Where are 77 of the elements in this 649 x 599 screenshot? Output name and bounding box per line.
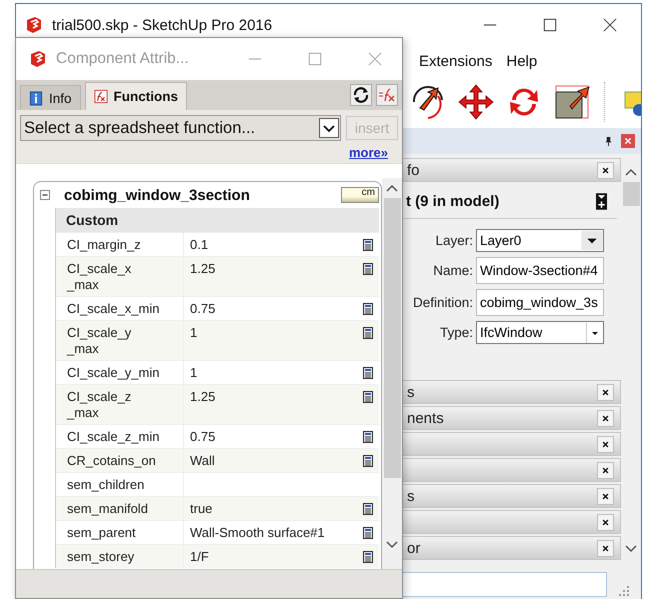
attribute-value[interactable]: 0.75 (190, 429, 216, 445)
calculator-icon[interactable] (363, 367, 373, 379)
calculator-icon[interactable] (363, 239, 373, 251)
selection-label: t (9 in model) (406, 192, 500, 210)
attribute-value[interactable]: 1.25 (190, 261, 216, 277)
close-icon[interactable] (597, 436, 614, 452)
close-icon[interactable] (597, 384, 614, 400)
pin-icon[interactable] (604, 136, 613, 146)
more-link[interactable]: more» (348, 144, 388, 160)
scroll-down-icon[interactable] (386, 541, 398, 549)
window-title: trial500.skp - SketchUp Pro 2016 (52, 16, 272, 34)
close-icon[interactable] (597, 462, 614, 478)
field-label: Name: (432, 263, 473, 278)
maximize-icon[interactable] (543, 18, 557, 32)
refresh-icon[interactable] (350, 84, 372, 106)
input-field[interactable]: cobimg_window_3s (476, 289, 604, 316)
attribute-value[interactable]: 1/F (190, 549, 209, 565)
app-logo-icon (28, 49, 48, 69)
dropdown-icon[interactable] (581, 231, 603, 250)
attribute-value[interactable]: 1 (190, 365, 198, 381)
menu-item[interactable]: Extensions (419, 52, 492, 70)
attribute-value[interactable]: 1.25 (190, 389, 216, 405)
function-icon (94, 89, 108, 104)
section-header: Custom (56, 208, 379, 232)
panel-title: fo (407, 162, 420, 178)
close-icon[interactable] (597, 162, 614, 178)
attribute-value[interactable]: 0.1 (190, 237, 208, 253)
field-label: Definition: (412, 295, 473, 310)
calculator-icon[interactable] (363, 551, 373, 563)
close-icon[interactable] (597, 514, 614, 530)
field-label: Layer: (434, 233, 473, 248)
input-field[interactable]: Window-3section#4 (476, 257, 604, 284)
scroll-up-icon[interactable] (625, 168, 637, 176)
input-field[interactable]: IfcWindow (476, 321, 604, 344)
tab[interactable]: Info (20, 85, 81, 110)
calculator-icon[interactable] (363, 391, 373, 403)
panel-title: s (407, 488, 414, 504)
tab[interactable]: Functions (84, 82, 188, 110)
calculator-icon[interactable] (363, 431, 373, 443)
calculator-icon[interactable] (363, 503, 373, 515)
close-icon[interactable] (597, 410, 614, 426)
close-icon[interactable] (603, 18, 617, 32)
close-icon[interactable] (597, 540, 614, 556)
info-icon (29, 90, 43, 106)
attribute-value[interactable]: 1 (190, 325, 198, 341)
calculator-icon[interactable] (363, 327, 373, 339)
window-title: Component Attrib... (56, 50, 189, 68)
scroll-up-icon[interactable] (386, 184, 398, 192)
expand-icon[interactable] (596, 192, 607, 210)
field-label: Type: (438, 325, 473, 340)
close-icon[interactable] (597, 488, 614, 504)
function-dropdown[interactable]: Select a spreadsheet function... (20, 115, 341, 141)
attribute-name: sem_storey (56, 545, 184, 568)
attribute-value[interactable]: Wall (190, 453, 215, 469)
calculator-icon[interactable] (363, 527, 373, 539)
menu-item[interactable]: Help (506, 52, 538, 70)
panel-title: or (407, 540, 420, 556)
panel-title: nents (407, 410, 444, 426)
panel-title: s (407, 384, 414, 400)
resize-grip-icon[interactable] (619, 586, 629, 596)
unit-badge[interactable]: cm (341, 187, 379, 203)
attribute-value[interactable]: true (190, 501, 212, 517)
calculator-icon[interactable] (363, 303, 373, 315)
function-icon[interactable] (376, 84, 398, 106)
scrollbar-thumb[interactable] (384, 198, 400, 478)
app-logo-icon (24, 15, 44, 35)
collapse-icon[interactable] (40, 190, 50, 200)
input-field[interactable]: Layer0 (476, 229, 604, 252)
component-name: cobimg_window_3section (64, 186, 250, 204)
attribute-value[interactable]: Wall-Smooth surface#1 (190, 525, 325, 541)
scroll-down-icon[interactable] (625, 545, 637, 553)
calculator-icon[interactable] (363, 455, 373, 467)
attribute-value[interactable]: 0.75 (190, 301, 216, 317)
move-icon[interactable] (456, 82, 496, 122)
scrollbar-thumb[interactable] (622, 182, 640, 206)
calculator-icon[interactable] (363, 263, 373, 275)
chevron-down-icon[interactable] (319, 118, 339, 138)
